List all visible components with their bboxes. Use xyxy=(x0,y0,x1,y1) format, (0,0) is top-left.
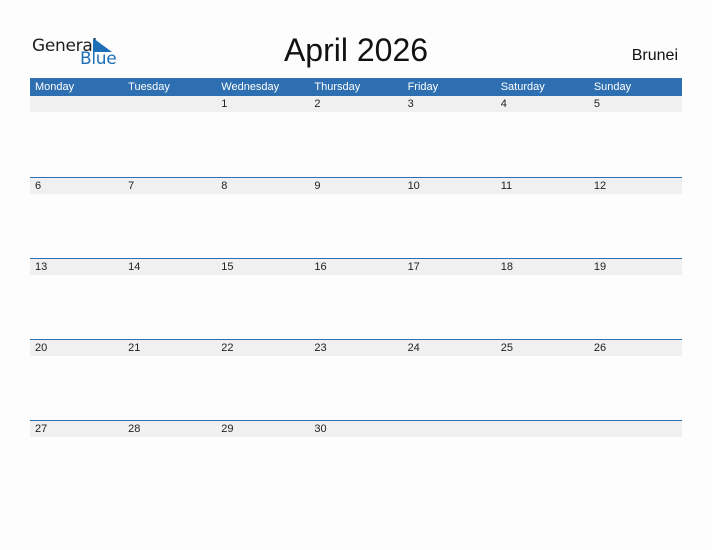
day-number xyxy=(402,421,496,437)
day-number: 15 xyxy=(216,259,310,275)
day-number: 1 xyxy=(216,96,310,112)
day-cell[interactable]: 2 xyxy=(309,96,403,177)
day-number: 20 xyxy=(30,340,124,356)
day-cell[interactable]: 10 xyxy=(402,178,496,258)
day-cell[interactable]: 7 xyxy=(123,178,217,258)
day-cell[interactable]: 17 xyxy=(402,259,496,339)
week-row: 6 7 8 9 10 11 12 xyxy=(30,177,682,258)
week-row: 20 21 22 23 24 25 26 xyxy=(30,339,682,420)
day-number xyxy=(30,96,124,112)
day-cell[interactable]: 25 xyxy=(495,340,589,420)
day-cell[interactable]: 24 xyxy=(402,340,496,420)
day-cell[interactable]: 1 xyxy=(216,96,310,177)
day-number: 19 xyxy=(588,259,682,275)
day-cell[interactable]: 28 xyxy=(123,421,217,501)
week-row: 12345 xyxy=(30,96,682,177)
day-number xyxy=(123,96,217,112)
day-number: 4 xyxy=(495,96,589,112)
week-row: 13 14 15 16 17 18 19 xyxy=(30,258,682,339)
day-cell xyxy=(30,96,124,177)
day-number xyxy=(588,421,682,437)
day-number: 18 xyxy=(495,259,589,275)
day-number: 25 xyxy=(495,340,589,356)
day-number: 5 xyxy=(588,96,682,112)
day-number: 29 xyxy=(216,421,310,437)
day-number: 14 xyxy=(123,259,217,275)
day-number: 3 xyxy=(402,96,496,112)
day-cell[interactable]: 16 xyxy=(309,259,403,339)
day-number: 17 xyxy=(402,259,496,275)
calendar-grid: Monday Tuesday Wednesday Thursday Friday… xyxy=(30,78,682,501)
weekday-thursday: Thursday xyxy=(314,81,361,93)
day-number: 6 xyxy=(30,178,124,194)
weekday-saturday: Saturday xyxy=(500,81,545,93)
day-cell[interactable]: 18 xyxy=(495,259,589,339)
day-number: 16 xyxy=(309,259,403,275)
day-cell[interactable]: 11 xyxy=(495,178,589,258)
day-cell[interactable]: 19 xyxy=(588,259,682,339)
day-number xyxy=(495,421,589,437)
weekday-header: Monday Tuesday Wednesday Thursday Friday… xyxy=(30,78,682,96)
weekday-tuesday: Tuesday xyxy=(128,81,170,93)
day-cell xyxy=(588,421,682,501)
day-cell xyxy=(123,96,217,177)
day-number: 10 xyxy=(402,178,496,194)
day-number: 7 xyxy=(123,178,217,194)
day-cell[interactable]: 12 xyxy=(588,178,682,258)
day-cell[interactable]: 29 xyxy=(216,421,310,501)
day-cell[interactable]: 21 xyxy=(123,340,217,420)
weekday-sunday: Sunday xyxy=(593,81,632,93)
weekday-friday: Friday xyxy=(407,81,439,93)
week-row: 27 28 29 30 xyxy=(30,420,682,501)
day-number: 22 xyxy=(216,340,310,356)
day-number: 24 xyxy=(402,340,496,356)
day-cell[interactable]: 20 xyxy=(30,340,124,420)
day-number: 9 xyxy=(309,178,403,194)
day-cell[interactable]: 8 xyxy=(216,178,310,258)
day-cell xyxy=(495,421,589,501)
day-cell[interactable]: 5 xyxy=(588,96,682,177)
day-cell[interactable]: 27 xyxy=(30,421,124,501)
day-number: 28 xyxy=(123,421,217,437)
day-number: 30 xyxy=(309,421,403,437)
day-number: 21 xyxy=(123,340,217,356)
day-number: 12 xyxy=(588,178,682,194)
day-number: 23 xyxy=(309,340,403,356)
day-number: 2 xyxy=(309,96,403,112)
day-number: 11 xyxy=(495,178,589,194)
day-cell[interactable]: 23 xyxy=(309,340,403,420)
day-cell[interactable]: 26 xyxy=(588,340,682,420)
country-label: Brunei xyxy=(631,47,678,64)
day-number: 27 xyxy=(30,421,124,437)
day-number: 8 xyxy=(216,178,310,194)
day-cell[interactable]: 14 xyxy=(123,259,217,339)
day-cell[interactable]: 15 xyxy=(216,259,310,339)
day-cell xyxy=(402,421,496,501)
day-cell[interactable]: 6 xyxy=(30,178,124,258)
day-cell[interactable]: 4 xyxy=(495,96,589,177)
day-cell[interactable]: 13 xyxy=(30,259,124,339)
day-cell[interactable]: 30 xyxy=(309,421,403,501)
day-cell[interactable]: 22 xyxy=(216,340,310,420)
weeks-container: 1 2 3 4 5 6 7 8 9 10 11 12 13 14 15 16 17 18 19 20 21 22 23 24 2… xyxy=(30,96,682,501)
day-number: 26 xyxy=(588,340,682,356)
day-cell[interactable]: 3 xyxy=(402,96,496,177)
weekday-wednesday: Wednesday xyxy=(221,81,280,93)
weekday-monday: Monday xyxy=(35,81,75,93)
day-number: 13 xyxy=(30,259,124,275)
page-title: April 2026 xyxy=(283,32,429,68)
day-cell[interactable]: 9 xyxy=(309,178,403,258)
